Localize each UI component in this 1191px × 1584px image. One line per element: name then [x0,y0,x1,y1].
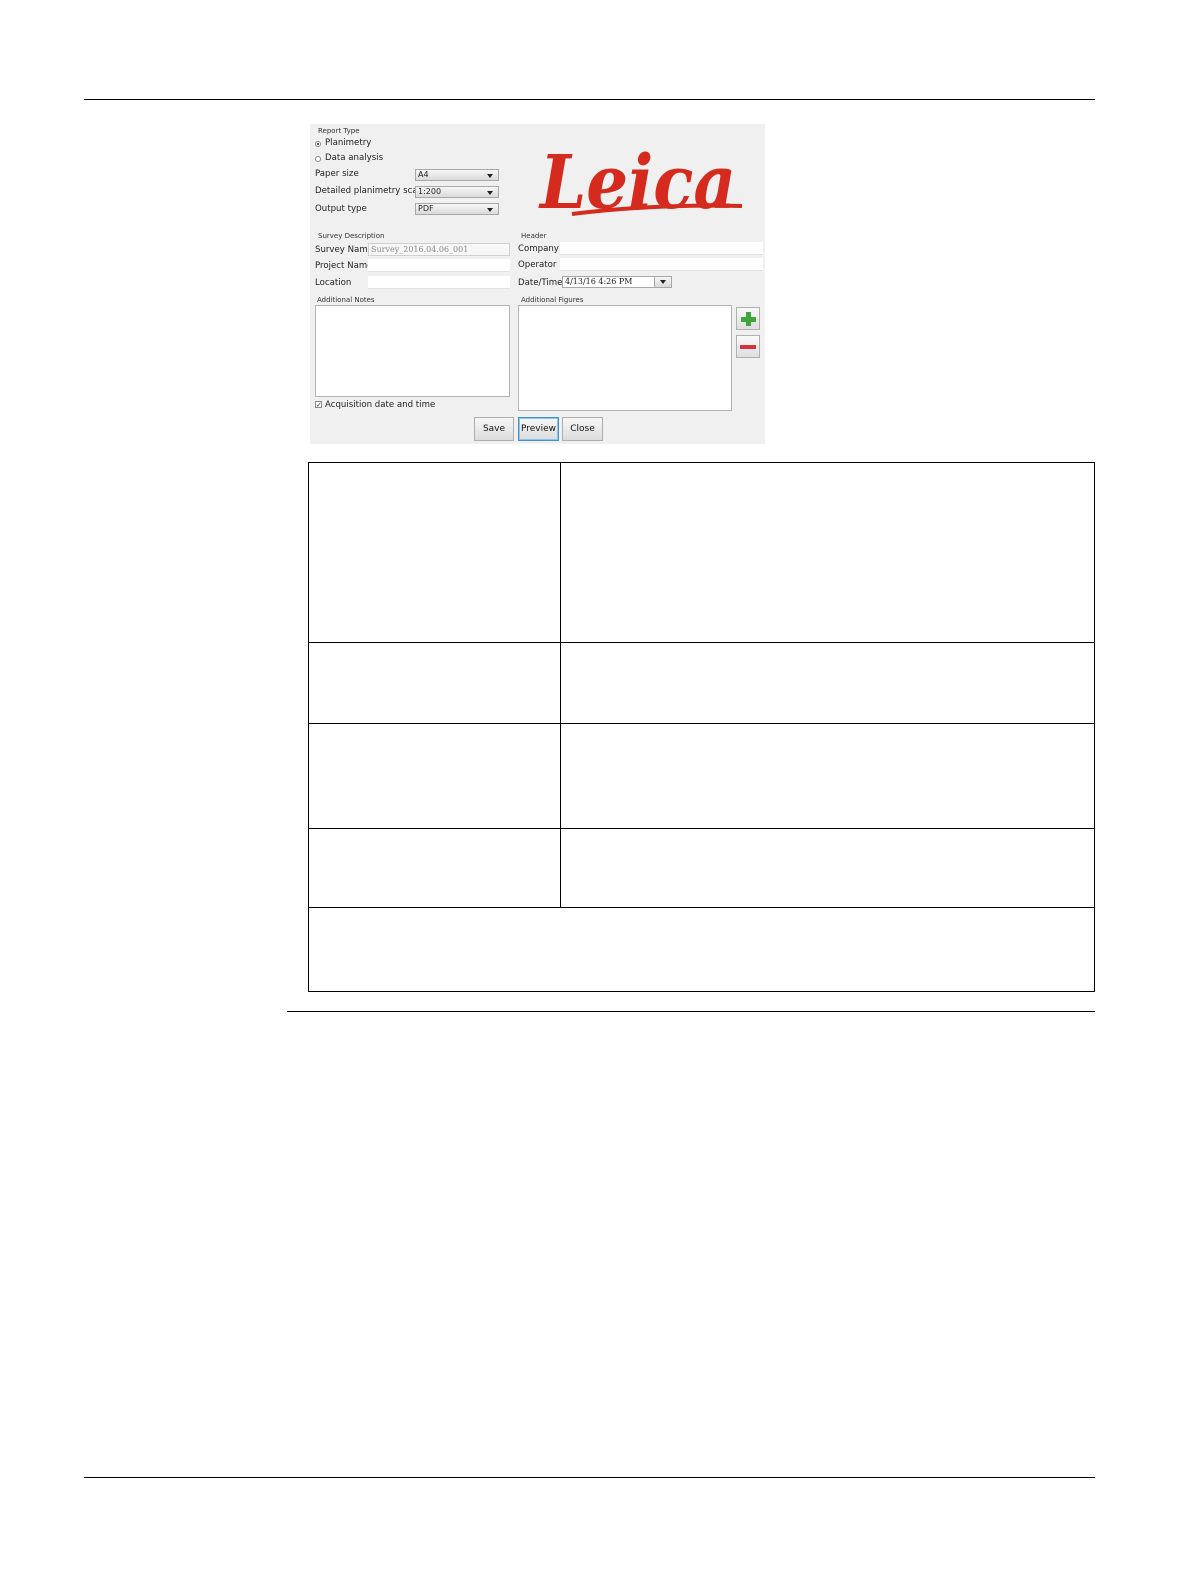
output-type-value: PDF [418,204,434,213]
operator-label: Operator [518,260,557,270]
section-end-rule [287,1011,1095,1012]
datetime-label: Date/Time [518,278,563,288]
datetime-value: 4/13/16 4:26 PM [565,277,633,286]
planimetry-scale-select[interactable]: 1:200 [415,186,499,198]
save-button[interactable]: Save [474,417,514,441]
datetime-picker[interactable]: 4/13/16 4:26 PM [562,276,672,288]
leica-logo: Leica [538,140,743,220]
description-table [308,462,1095,992]
planimetry-scale-value: 1:200 [418,187,442,196]
chevron-down-icon [487,208,493,212]
table-column-divider [560,462,561,908]
chevron-down-icon [660,280,666,284]
output-type-label: Output type [315,204,367,214]
survey-description-group-label: Survey Description [318,232,385,240]
add-figure-button[interactable] [736,307,760,330]
minus-icon [740,345,756,349]
location-field[interactable] [368,276,510,289]
survey-name-label: Survey Name [315,245,373,255]
plus-icon-horizontal [741,317,756,322]
top-rule [84,99,1095,100]
planimetry-label[interactable]: Planimetry [325,138,371,148]
datetime-dropdown-button[interactable] [654,277,671,287]
paper-size-value: A4 [418,170,429,179]
company-field[interactable] [560,242,763,255]
survey-name-field[interactable]: Survey_2016.04.06_001 [368,243,510,256]
additional-figures-label: Additional Figures [521,296,584,304]
header-group-label: Header [521,232,547,240]
acquisition-checkbox[interactable]: ✓ [315,401,322,409]
close-button[interactable]: Close [562,417,603,441]
report-dialog: Report Type Planimetry Data analysis Pap… [310,124,765,444]
data-analysis-radio[interactable] [315,156,321,162]
additional-notes-label: Additional Notes [317,296,375,304]
planimetry-radio[interactable] [315,141,321,147]
project-name-label: Project Name [315,261,373,271]
remove-figure-button[interactable] [736,335,760,358]
additional-notes-textarea[interactable] [315,305,510,397]
report-type-group-label: Report Type [318,127,360,135]
paper-size-select[interactable]: A4 [415,169,499,181]
output-type-select[interactable]: PDF [415,203,499,215]
chevron-down-icon [487,191,493,195]
project-name-field[interactable] [368,259,510,272]
preview-button[interactable]: Preview [518,417,559,441]
chevron-down-icon [487,174,493,178]
operator-field[interactable] [560,258,763,271]
planimetry-scale-label: Detailed planimetry scale [315,186,426,196]
location-label: Location [315,278,352,288]
acquisition-label[interactable]: Acquisition date and time [325,400,435,410]
table-row-divider [308,723,1095,724]
paper-size-label: Paper size [315,169,359,179]
company-label: Company [518,244,559,254]
data-analysis-label[interactable]: Data analysis [325,153,383,163]
table-row-divider [308,828,1095,829]
bottom-rule [84,1477,1095,1478]
table-row-divider [308,642,1095,643]
additional-figures-list[interactable] [518,305,732,411]
table-row-divider [308,907,1095,908]
